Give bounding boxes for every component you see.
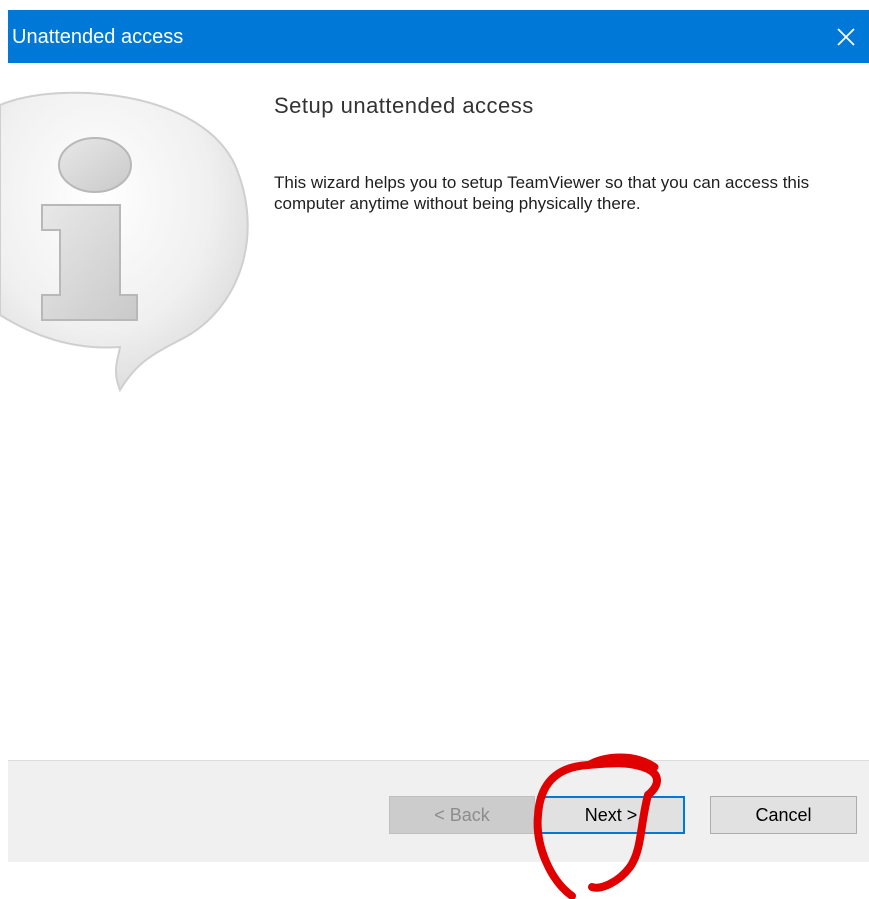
info-speech-bubble-icon <box>0 91 249 393</box>
wizard-content: Setup unattended access This wizard help… <box>0 63 869 760</box>
title-bar[interactable]: Unattended access <box>8 10 869 63</box>
wizard-window: Unattended access Setup unattended acces… <box>0 10 869 862</box>
close-icon <box>837 27 855 46</box>
next-button[interactable]: Next > <box>537 796 685 834</box>
button-bar: < Back Next > Cancel <box>8 761 869 862</box>
cancel-button[interactable]: Cancel <box>710 796 857 834</box>
close-button[interactable] <box>823 10 869 63</box>
window-title: Unattended access <box>12 26 184 48</box>
page-title: Setup unattended access <box>274 93 534 118</box>
back-button[interactable]: < Back <box>389 796 535 834</box>
wizard-description: This wizard helps you to setup TeamViewe… <box>274 173 810 213</box>
